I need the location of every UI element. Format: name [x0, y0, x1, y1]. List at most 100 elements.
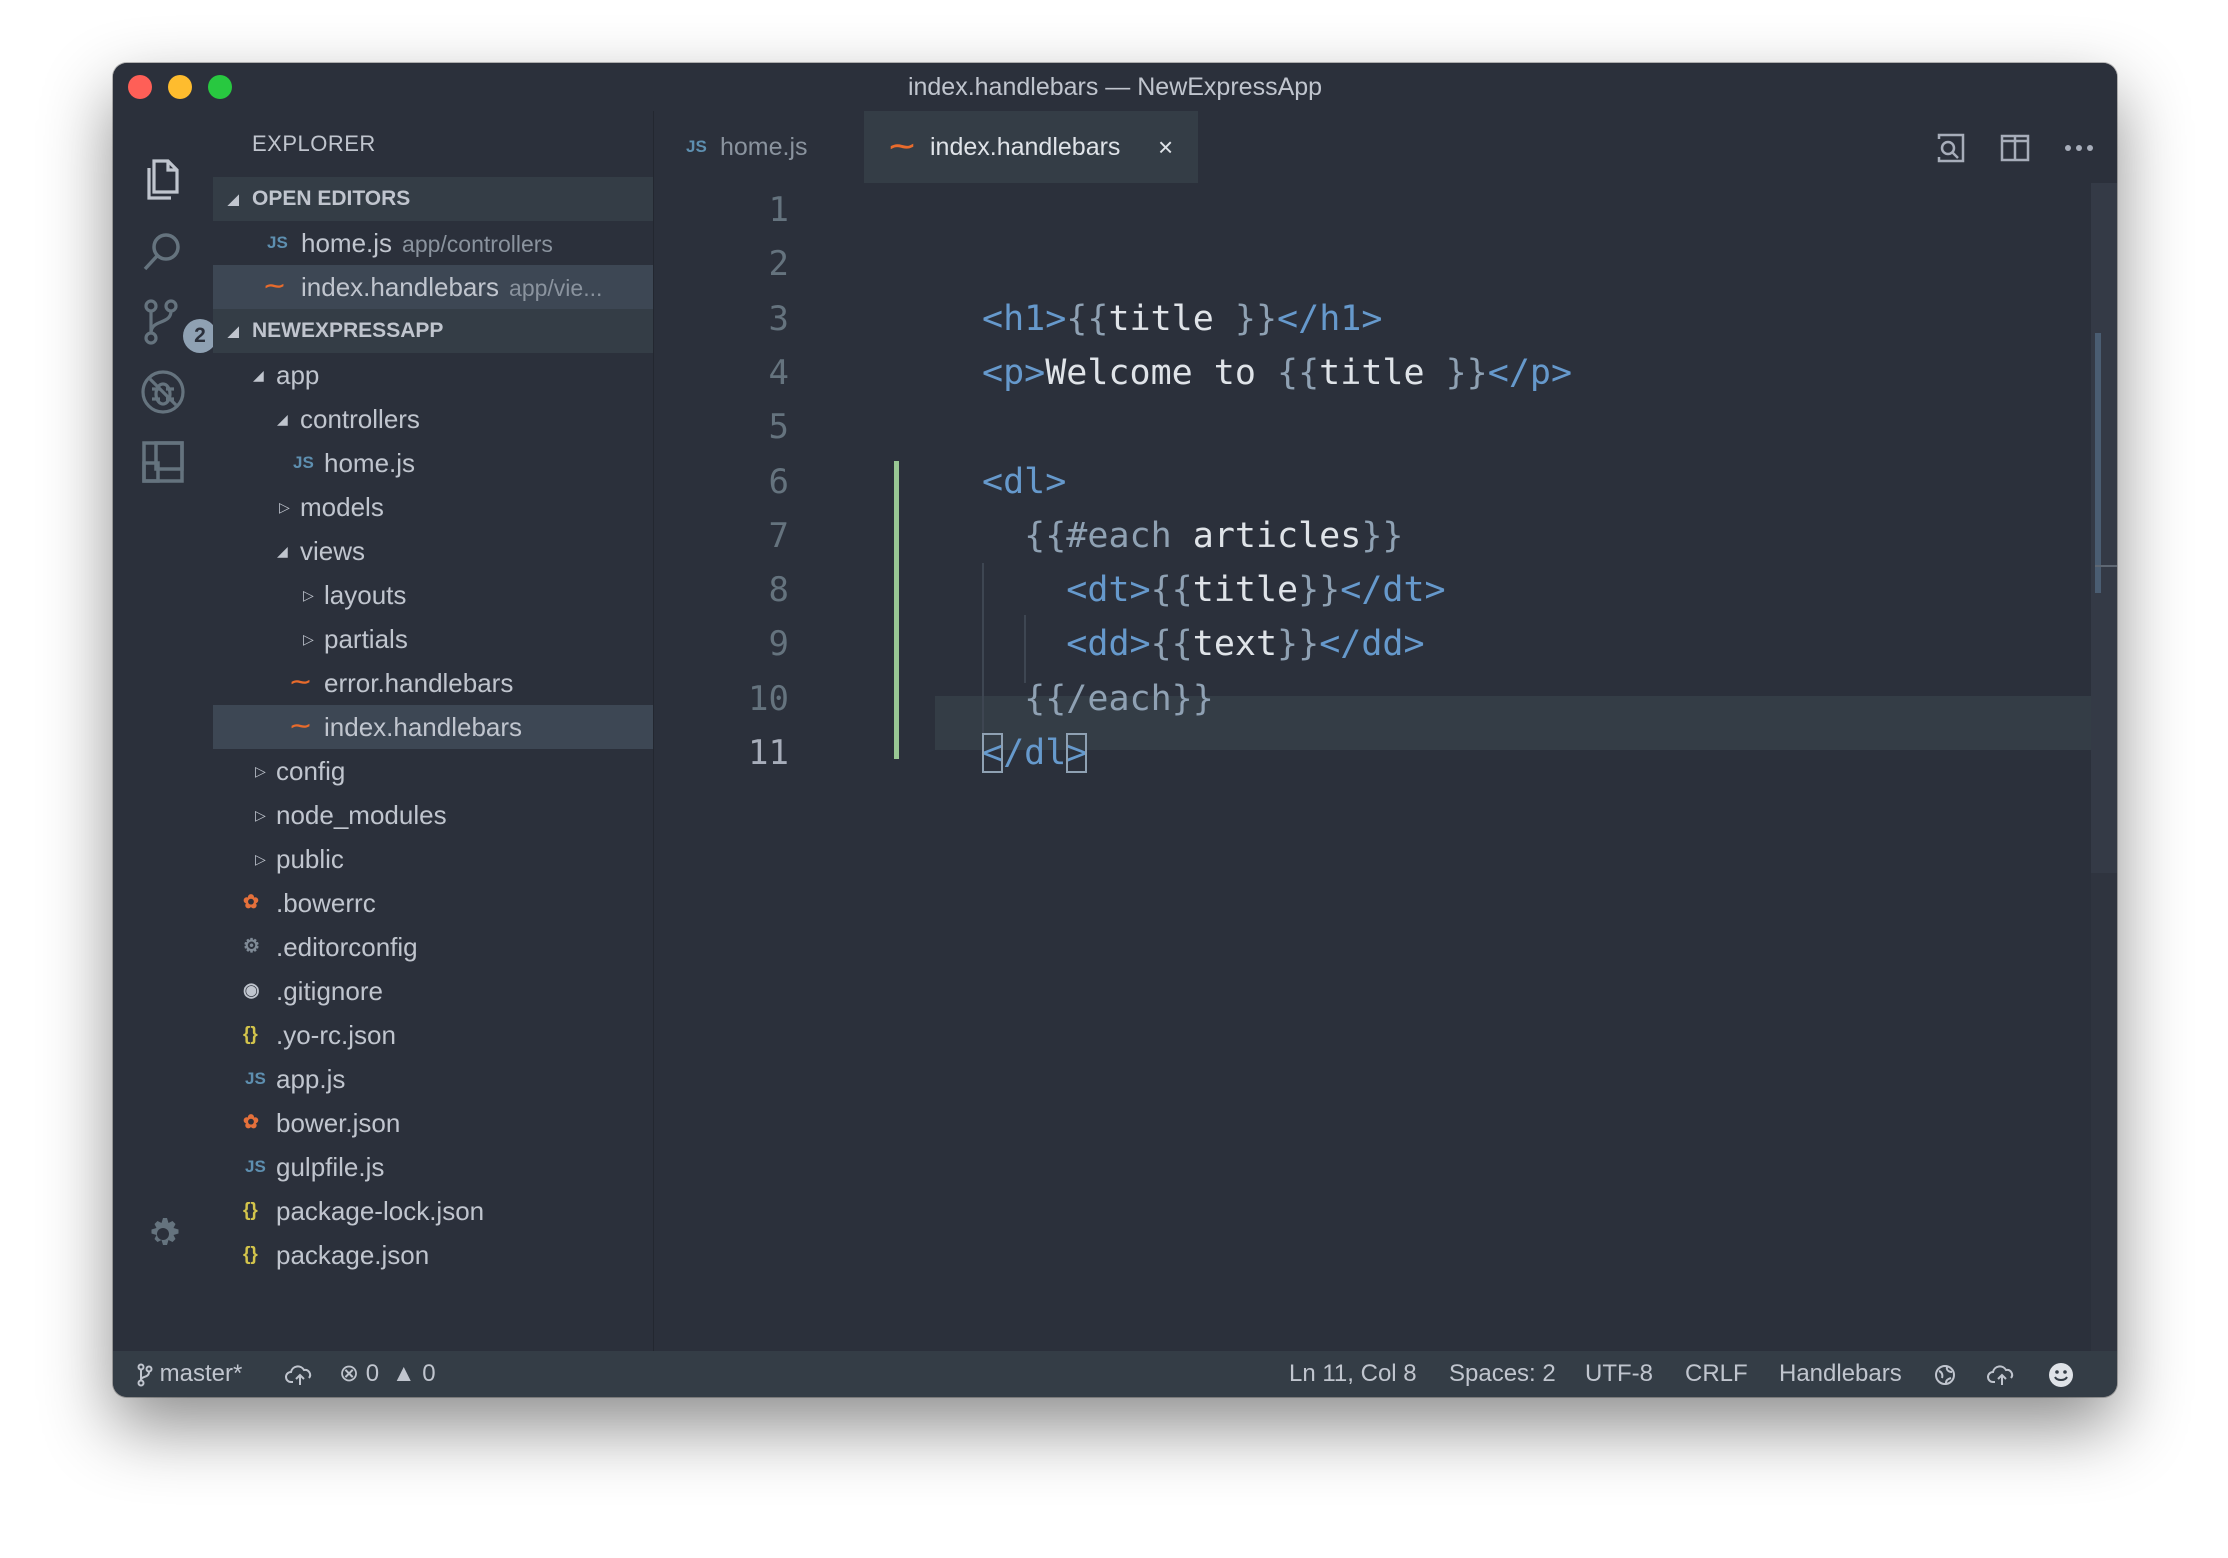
code-token: {{/each}}	[1024, 678, 1214, 719]
line-number: 4	[768, 352, 789, 393]
open-editor-item[interactable]: ⁓ index.handlebars app/vie...	[213, 265, 653, 309]
tree-file-index-handlebars[interactable]: ⁓ index.handlebars	[213, 705, 653, 749]
tree-folder-models[interactable]: ▷ models	[213, 485, 653, 529]
chevron-right-icon: ▷	[255, 851, 266, 867]
tree-file-app-js[interactable]: JS app.js	[213, 1057, 653, 1101]
tree-file-package-json[interactable]: {} package.json	[213, 1233, 653, 1277]
tree-file-error-handlebars[interactable]: ⁓ error.handlebars	[213, 661, 653, 705]
more-actions-icon[interactable]	[2062, 131, 2096, 165]
branch-indicator[interactable]: master*	[137, 1351, 242, 1397]
tree-folder-node-modules[interactable]: ▷ node_modules	[213, 793, 653, 837]
chevron-right-icon: ▷	[255, 807, 266, 823]
globe-icon[interactable]	[1933, 1351, 1957, 1397]
tree-file-bowerrc[interactable]: ✿ .bowerrc	[213, 881, 653, 925]
open-editor-item[interactable]: JS home.js app/controllers	[213, 221, 653, 265]
file-name: package-lock.json	[276, 1196, 485, 1226]
search-icon[interactable]	[138, 227, 188, 277]
tree-file-yo-rc-json[interactable]: {} .yo-rc.json	[213, 1013, 653, 1057]
close-icon[interactable]: ×	[1158, 111, 1173, 183]
code-editor[interactable]: 1 2 3 4 5 6 7 8 9 10 11 <h1>{{title }}</h1> <p>Welc…	[654, 183, 2117, 1351]
code-token: }}	[1234, 298, 1278, 339]
file-name: gulpfile.js	[276, 1152, 385, 1182]
encoding-setting[interactable]: UTF-8	[1585, 1351, 1653, 1397]
editor-tab-bar: JS home.js ⁓ index.handlebars ×	[654, 111, 2117, 183]
code-token: title	[1319, 352, 1446, 393]
github-icon: ◉	[243, 980, 260, 1001]
open-editors-header[interactable]: ◢ OPEN EDITORS	[213, 177, 653, 221]
tree-file-package-lock-json[interactable]: {} package-lock.json	[213, 1189, 653, 1233]
project-label: NEWEXPRESSAPP	[252, 319, 444, 342]
project-header[interactable]: ◢ NEWEXPRESSAPP	[213, 309, 653, 353]
code-token: {{	[1150, 624, 1193, 665]
tree-folder-partials[interactable]: ▷ partials	[213, 617, 653, 661]
code-token: {{	[1066, 298, 1109, 339]
tree-folder-layouts[interactable]: ▷ layouts	[213, 573, 653, 617]
files-icon[interactable]	[138, 155, 188, 205]
zoom-window-button[interactable]	[208, 75, 232, 99]
debug-icon[interactable]	[138, 367, 188, 417]
indentation-setting[interactable]: Spaces: 2	[1449, 1351, 1556, 1397]
branch-name: master*	[159, 1360, 243, 1387]
cursor-position[interactable]: Ln 11, Col 8	[1289, 1351, 1417, 1397]
tree-folder-controllers[interactable]: ◢ controllers	[213, 397, 653, 441]
code-line[interactable]: {{/each}}	[982, 672, 1214, 726]
tree-file-bower-json[interactable]: ✿ bower.json	[213, 1101, 653, 1145]
vscode-window: index.handlebars — NewExpressApp 2 EXPLO…	[113, 63, 2117, 1397]
code-line[interactable]: <dt>{{title}}</dt>	[982, 563, 1445, 617]
close-window-button[interactable]	[128, 75, 152, 99]
line-number: 7	[768, 515, 789, 556]
code-line[interactable]: <dd>{{text}}</dd>	[982, 617, 1424, 671]
eol-setting[interactable]: CRLF	[1685, 1351, 1748, 1397]
code-line[interactable]: <p>Welcome to {{title }}</p>	[982, 346, 1572, 400]
window-title: index.handlebars — NewExpressApp	[907, 73, 1323, 101]
tree-file-home-js[interactable]: JS home.js	[213, 441, 653, 485]
tree-file-gulpfile-js[interactable]: JS gulpfile.js	[213, 1145, 653, 1189]
code-line[interactable]: <h1>{{title }}</h1>	[982, 292, 1382, 346]
code-token: <p>	[982, 352, 1046, 393]
split-editor-icon[interactable]	[1998, 131, 2032, 165]
tree-folder-config[interactable]: ▷ config	[213, 749, 653, 793]
vertical-scrollbar[interactable]	[2091, 183, 2117, 1351]
tree-folder-app[interactable]: ◢ app	[213, 353, 653, 397]
feedback-smiley-icon[interactable]	[2047, 1351, 2075, 1397]
line-number: 1	[768, 190, 789, 230]
code-line[interactable]: <dl>	[982, 455, 1066, 509]
open-preview-icon[interactable]	[1934, 131, 1968, 165]
tree-folder-views[interactable]: ◢ views	[213, 529, 653, 573]
minimize-window-button[interactable]	[168, 75, 192, 99]
file-name: index.handlebars	[301, 272, 500, 302]
file-name: .editorconfig	[276, 932, 418, 962]
language-mode[interactable]: Handlebars	[1779, 1351, 1902, 1397]
code-token: <	[982, 733, 1004, 773]
tab-home-js[interactable]: JS home.js	[654, 111, 864, 183]
code-token: <dd>	[1066, 624, 1151, 665]
code-line[interactable]: </dl>	[982, 726, 1088, 780]
source-control-badge: 2	[183, 319, 217, 353]
tree-file-gitignore[interactable]: ◉ .gitignore	[213, 969, 653, 1013]
warning-icon: ▲	[391, 1360, 416, 1387]
line-number: 3	[768, 298, 789, 339]
settings-gear-icon[interactable]	[138, 1209, 188, 1259]
bower-icon: ✿	[243, 1112, 259, 1133]
code-token: {{	[1277, 352, 1320, 393]
code-line[interactable]: {{#each articles}}	[982, 509, 1403, 563]
source-control-icon[interactable]: 2	[138, 297, 217, 353]
js-file-icon: JS	[267, 233, 288, 252]
folder-name: controllers	[300, 404, 420, 434]
json-file-icon: {}	[243, 1200, 258, 1221]
tree-file-editorconfig[interactable]: ⚙ .editorconfig	[213, 925, 653, 969]
chevron-right-icon: ▷	[255, 763, 266, 779]
problems-indicator[interactable]: ⊗ 0 ▲ 0	[339, 1351, 436, 1397]
extensions-icon[interactable]	[138, 437, 188, 487]
file-path: app/vie...	[509, 275, 603, 301]
tree-folder-public[interactable]: ▷ public	[213, 837, 653, 881]
sync-icon[interactable]	[285, 1351, 315, 1397]
cloud-upload-icon[interactable]	[1987, 1351, 2017, 1397]
git-branch-icon	[137, 1363, 153, 1387]
code-token: <h1>	[982, 298, 1067, 339]
tab-index-handlebars[interactable]: ⁓ index.handlebars ×	[864, 111, 1198, 183]
folder-name: config	[276, 756, 346, 786]
chevron-right-icon: ▷	[279, 499, 290, 515]
